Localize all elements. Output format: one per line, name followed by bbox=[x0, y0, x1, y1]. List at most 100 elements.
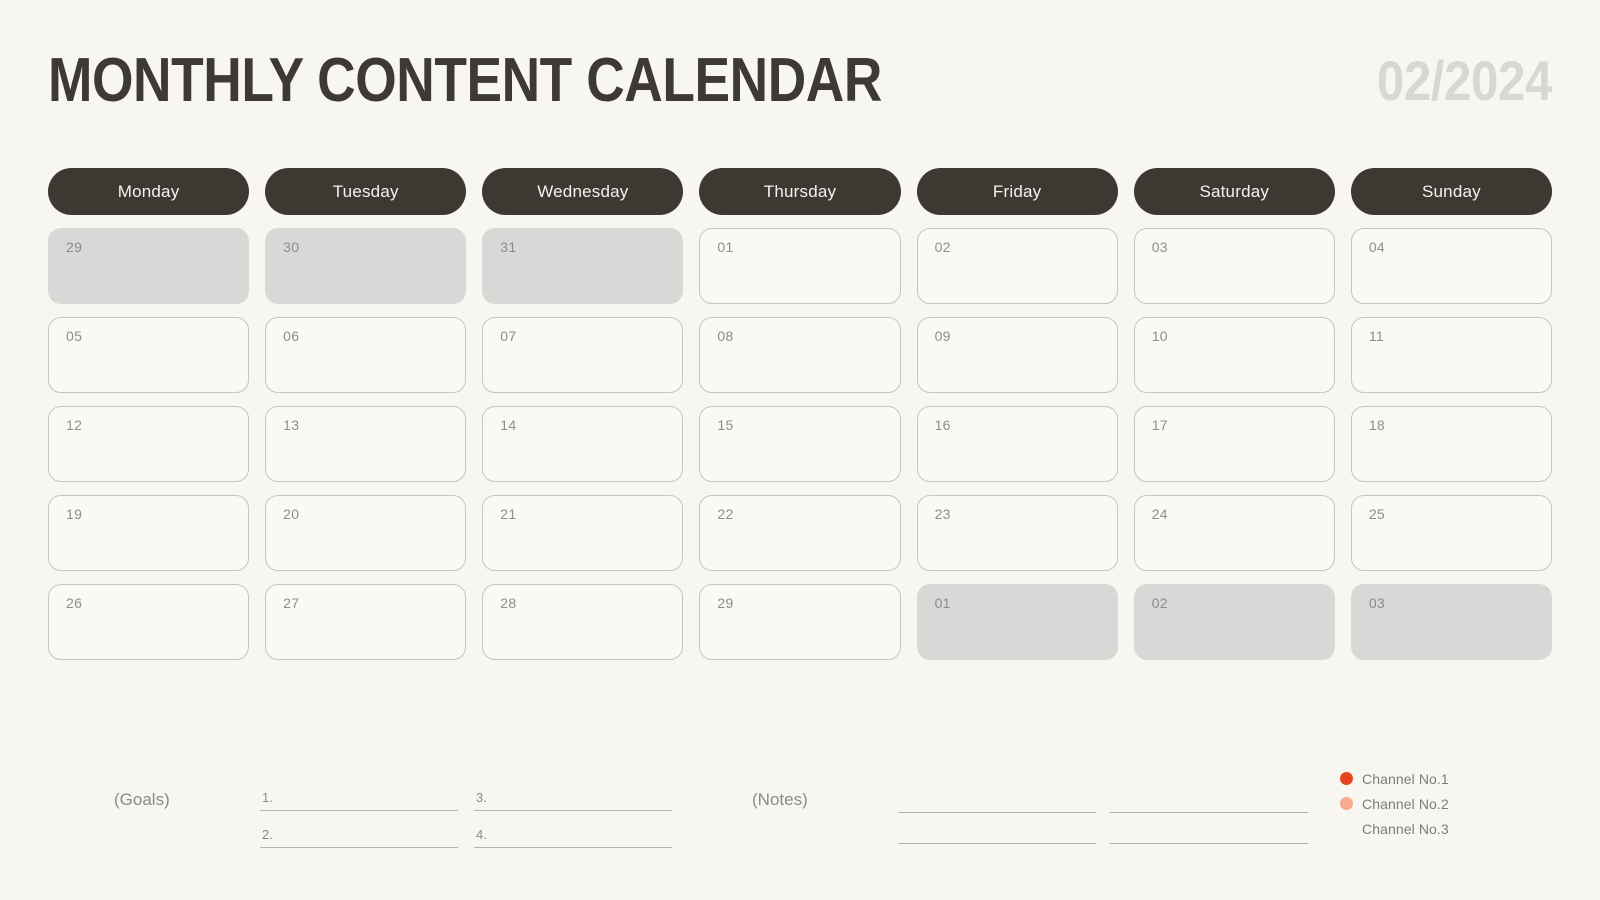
calendar-day-cell[interactable]: 02 bbox=[1133, 584, 1335, 660]
calendar-day-cell[interactable]: 31 bbox=[482, 228, 684, 304]
goal-column: 1. 2. bbox=[260, 774, 458, 848]
day-number: 14 bbox=[500, 417, 517, 433]
day-number: 24 bbox=[1151, 506, 1168, 522]
calendar-day-cell[interactable]: 20 bbox=[265, 495, 467, 571]
legend-item[interactable]: Channel No.3 bbox=[1340, 816, 1449, 841]
calendar-day-cell[interactable]: 08 bbox=[699, 317, 901, 393]
calendar-day-cell[interactable]: 19 bbox=[48, 495, 250, 571]
calendar-day-cell[interactable]: 10 bbox=[1133, 317, 1335, 393]
day-number: 13 bbox=[283, 417, 300, 433]
day-number: 01 bbox=[934, 595, 951, 611]
calendar-day-cell[interactable]: 21 bbox=[482, 495, 684, 571]
calendar-day-cell[interactable]: 29 bbox=[699, 584, 901, 660]
page-title: MONTHLY CONTENT CALENDAR bbox=[48, 46, 882, 115]
calendar-day-cell[interactable]: 05 bbox=[48, 317, 250, 393]
day-number: 18 bbox=[1368, 417, 1386, 433]
calendar-day-cell[interactable]: 17 bbox=[1133, 406, 1335, 482]
day-name-sunday: Sunday bbox=[1350, 168, 1552, 215]
goal-line[interactable]: 4. bbox=[474, 811, 672, 848]
goal-line-index: 4. bbox=[476, 827, 487, 842]
legend-label: Channel No.3 bbox=[1362, 820, 1449, 837]
day-number: 26 bbox=[66, 595, 83, 611]
goals-label: (Goals) bbox=[114, 790, 170, 809]
period-label: 02/2024 bbox=[1376, 49, 1553, 112]
day-number: 12 bbox=[66, 417, 83, 433]
day-number: 06 bbox=[283, 328, 300, 344]
day-number: 10 bbox=[1151, 328, 1168, 344]
note-line[interactable] bbox=[1110, 813, 1308, 844]
day-name-row: Monday Tuesday Wednesday Thursday Friday Satu… bbox=[48, 168, 1552, 215]
day-name-monday: Monday bbox=[48, 168, 250, 215]
calendar-day-cell[interactable]: 06 bbox=[265, 317, 467, 393]
calendar-day-cell[interactable]: 18 bbox=[1350, 406, 1552, 482]
calendar-day-cell[interactable]: 30 bbox=[265, 228, 467, 304]
calendar-day-cell[interactable]: 01 bbox=[699, 228, 901, 304]
calendar-day-cell[interactable]: 27 bbox=[265, 584, 467, 660]
legend-label: Channel No.2 bbox=[1362, 795, 1449, 812]
goal-line-index: 3. bbox=[476, 790, 487, 805]
goal-line[interactable]: 2. bbox=[260, 811, 458, 848]
calendar-week-row: 05 06 07 08 09 10 11 bbox=[48, 317, 1552, 393]
day-number: 30 bbox=[283, 239, 300, 255]
calendar-day-cell[interactable]: 02 bbox=[916, 228, 1118, 304]
calendar-day-cell[interactable]: 13 bbox=[265, 406, 467, 482]
goal-line[interactable]: 3. bbox=[474, 774, 672, 811]
day-number: 16 bbox=[934, 417, 951, 433]
channel-color-dot-icon bbox=[1340, 797, 1353, 810]
day-number: 17 bbox=[1151, 417, 1168, 433]
day-number: 02 bbox=[934, 239, 951, 255]
calendar-week-row: 19 20 21 22 23 24 25 bbox=[48, 495, 1552, 571]
day-number: 07 bbox=[500, 328, 517, 344]
footer: (Goals) 1. 2. 3. 4. (Notes) Channel No.1 Cha… bbox=[48, 752, 1552, 852]
calendar-day-cell[interactable]: 29 bbox=[48, 228, 250, 304]
note-line[interactable] bbox=[898, 782, 1096, 813]
calendar-day-cell[interactable]: 22 bbox=[699, 495, 901, 571]
calendar-day-cell[interactable]: 25 bbox=[1350, 495, 1552, 571]
day-number: 20 bbox=[283, 506, 300, 522]
calendar-day-cell[interactable]: 15 bbox=[699, 406, 901, 482]
day-number: 08 bbox=[717, 328, 734, 344]
note-column bbox=[898, 782, 1096, 844]
day-number: 03 bbox=[1151, 239, 1168, 255]
day-number: 29 bbox=[717, 595, 734, 611]
day-name-saturday: Saturday bbox=[1133, 168, 1335, 215]
day-name-wednesday: Wednesday bbox=[482, 168, 684, 215]
page-header: MONTHLY CONTENT CALENDAR 02/2024 bbox=[48, 42, 1552, 120]
calendar-day-cell[interactable]: 12 bbox=[48, 406, 250, 482]
calendar-week-row: 26 27 28 29 01 02 03 bbox=[48, 584, 1552, 660]
legend-item[interactable]: Channel No.1 bbox=[1340, 766, 1449, 791]
note-column bbox=[1110, 782, 1308, 844]
calendar-day-cell[interactable]: 09 bbox=[916, 317, 1118, 393]
calendar-day-cell[interactable]: 16 bbox=[916, 406, 1118, 482]
calendar-day-cell[interactable]: 11 bbox=[1350, 317, 1552, 393]
day-name-thursday: Thursday bbox=[699, 168, 901, 215]
day-number: 29 bbox=[66, 239, 83, 255]
day-number: 15 bbox=[717, 417, 734, 433]
calendar-day-cell[interactable]: 03 bbox=[1133, 228, 1335, 304]
calendar-week-row: 12 13 14 15 16 17 18 bbox=[48, 406, 1552, 482]
calendar-day-cell[interactable]: 23 bbox=[916, 495, 1118, 571]
calendar-day-cell[interactable]: 07 bbox=[482, 317, 684, 393]
day-number: 22 bbox=[717, 506, 734, 522]
channel-color-dot-icon bbox=[1340, 772, 1353, 785]
calendar-day-cell[interactable]: 14 bbox=[482, 406, 684, 482]
legend-label: Channel No.1 bbox=[1362, 770, 1449, 787]
goal-line-index: 1. bbox=[262, 790, 273, 805]
calendar-day-cell[interactable]: 28 bbox=[482, 584, 684, 660]
calendar-day-cell[interactable]: 24 bbox=[1133, 495, 1335, 571]
channel-legend: Channel No.1 Channel No.2 Channel No.3 bbox=[1340, 766, 1449, 841]
note-line[interactable] bbox=[1110, 782, 1308, 813]
day-number: 19 bbox=[66, 506, 83, 522]
goal-line[interactable]: 1. bbox=[260, 774, 458, 811]
channel-color-dot-icon bbox=[1340, 822, 1353, 835]
calendar-day-cell[interactable]: 01 bbox=[916, 584, 1118, 660]
day-number: 02 bbox=[1151, 595, 1168, 611]
legend-item[interactable]: Channel No.2 bbox=[1340, 791, 1449, 816]
calendar-day-cell[interactable]: 04 bbox=[1350, 228, 1552, 304]
calendar-day-cell[interactable]: 26 bbox=[48, 584, 250, 660]
day-number: 23 bbox=[934, 506, 951, 522]
calendar-week-row: 29 30 31 01 02 03 04 bbox=[48, 228, 1552, 304]
note-line[interactable] bbox=[898, 813, 1096, 844]
day-name-tuesday: Tuesday bbox=[265, 168, 467, 215]
calendar-day-cell[interactable]: 03 bbox=[1350, 584, 1552, 660]
